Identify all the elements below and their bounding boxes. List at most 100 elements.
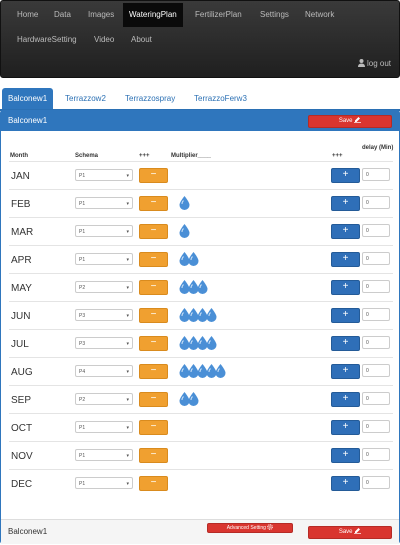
nav-hardware-setting[interactable]: HardwareSetting bbox=[11, 28, 83, 52]
table-row: SEP P2 ▾ − +0 bbox=[9, 385, 393, 414]
advanced-setting-button[interactable]: Advanced Setting bbox=[207, 523, 293, 533]
logout-link[interactable]: log out bbox=[357, 59, 391, 68]
increase-button[interactable]: + bbox=[331, 224, 360, 239]
panel-title: Balconew1 bbox=[8, 116, 48, 125]
delay-input[interactable]: 0 bbox=[362, 308, 390, 321]
schema-select[interactable]: P1 ▾ bbox=[75, 421, 133, 433]
schema-select[interactable]: P1 ▾ bbox=[75, 225, 133, 237]
schema-select[interactable]: P3 ▾ bbox=[75, 337, 133, 349]
delay-input[interactable]: 0 bbox=[362, 420, 390, 433]
decrease-button[interactable]: − bbox=[139, 448, 168, 463]
water-drop-icon bbox=[179, 196, 190, 210]
delay-input[interactable]: 0 bbox=[362, 224, 390, 237]
increase-button[interactable]: + bbox=[331, 196, 360, 211]
delay-input[interactable]: 0 bbox=[362, 476, 390, 489]
increase-button[interactable]: + bbox=[331, 252, 360, 267]
increase-button[interactable]: + bbox=[331, 280, 360, 295]
schema-value: P1 bbox=[79, 481, 86, 487]
tab-terrazzospray[interactable]: Terrazzospray bbox=[119, 88, 181, 109]
header-month: Month bbox=[10, 153, 28, 159]
water-drop-icon bbox=[206, 336, 217, 350]
increase-button[interactable]: + bbox=[331, 476, 360, 491]
decrease-button[interactable]: − bbox=[139, 224, 168, 239]
schema-select[interactable]: P1 ▾ bbox=[75, 449, 133, 461]
schema-select[interactable]: P2 ▾ bbox=[75, 281, 133, 293]
nav-watering-plan[interactable]: WateringPlan bbox=[123, 3, 183, 27]
nav-fertilizer-plan[interactable]: FertilizerPlan bbox=[189, 3, 248, 27]
decrease-button[interactable]: − bbox=[139, 196, 168, 211]
nav-network[interactable]: Network bbox=[299, 3, 340, 27]
nav-images[interactable]: Images bbox=[82, 3, 120, 27]
delay-input[interactable]: 0 bbox=[362, 392, 390, 405]
panel-header: Balconew1 Save bbox=[1, 111, 399, 131]
delay-input[interactable]: 0 bbox=[362, 196, 390, 209]
delay-input[interactable]: 0 bbox=[362, 252, 390, 265]
decrease-button[interactable]: − bbox=[139, 168, 168, 183]
month-label: FEB bbox=[11, 199, 31, 210]
decrease-button[interactable]: − bbox=[139, 308, 168, 323]
tab-balconew1[interactable]: Balconew1 bbox=[2, 88, 54, 109]
increase-button[interactable]: + bbox=[331, 168, 360, 183]
tab-terrazzow2[interactable]: Terrazzow2 bbox=[59, 88, 112, 109]
header-schema: Schema bbox=[75, 153, 99, 159]
schema-select[interactable]: P1 ▾ bbox=[75, 253, 133, 265]
increase-button[interactable]: + bbox=[331, 420, 360, 435]
save-button-top[interactable]: Save bbox=[308, 115, 392, 128]
water-drop-icon bbox=[215, 364, 226, 378]
increase-button[interactable]: + bbox=[331, 308, 360, 323]
watering-plan-panel: Balconew1 Save Month Schema +++ Multipli… bbox=[0, 110, 400, 544]
delay-input[interactable]: 0 bbox=[362, 336, 390, 349]
schema-value: P1 bbox=[79, 425, 86, 431]
table-row: AUG P4 ▾ − +0 bbox=[9, 357, 393, 386]
schema-select[interactable]: P2 ▾ bbox=[75, 393, 133, 405]
increase-button[interactable]: + bbox=[331, 364, 360, 379]
nav-data[interactable]: Data bbox=[48, 3, 77, 27]
edit-icon bbox=[354, 117, 362, 123]
nav-about[interactable]: About bbox=[125, 28, 158, 52]
schema-value: P2 bbox=[79, 397, 86, 403]
save-button-bottom[interactable]: Save bbox=[308, 526, 392, 539]
nav-video[interactable]: Video bbox=[88, 28, 120, 52]
water-drop-icon bbox=[179, 224, 190, 238]
table-row: MAR P1 ▾ − +0 bbox=[9, 217, 393, 246]
decrease-button[interactable]: − bbox=[139, 392, 168, 407]
month-label: AUG bbox=[11, 367, 33, 378]
decrease-button[interactable]: − bbox=[139, 476, 168, 491]
caret-down-icon: ▾ bbox=[126, 425, 129, 431]
main-navbar: Home Data Images WateringPlan Fertilizer… bbox=[0, 0, 400, 78]
nav-settings[interactable]: Settings bbox=[254, 3, 295, 27]
delay-input[interactable]: 0 bbox=[362, 364, 390, 377]
schema-value: P3 bbox=[79, 341, 86, 347]
decrease-button[interactable]: − bbox=[139, 252, 168, 267]
table-row: JUL P3 ▾ − +0 bbox=[9, 329, 393, 358]
caret-down-icon: ▾ bbox=[126, 229, 129, 235]
save-label: Save bbox=[338, 529, 353, 535]
delay-input[interactable]: 0 bbox=[362, 280, 390, 293]
caret-down-icon: ▾ bbox=[126, 173, 129, 179]
caret-down-icon: ▾ bbox=[126, 453, 129, 459]
caret-down-icon: ▾ bbox=[126, 257, 129, 263]
schema-select[interactable]: P1 ▾ bbox=[75, 477, 133, 489]
nav-home[interactable]: Home bbox=[11, 3, 44, 27]
increase-button[interactable]: + bbox=[331, 448, 360, 463]
user-icon bbox=[357, 59, 365, 67]
month-label: APR bbox=[11, 255, 32, 266]
schema-value: P1 bbox=[79, 453, 86, 459]
schema-select[interactable]: P1 ▾ bbox=[75, 197, 133, 209]
schema-value: P4 bbox=[79, 369, 86, 375]
advanced-setting-label: Advanced Setting bbox=[226, 525, 266, 531]
month-label: DEC bbox=[11, 479, 33, 490]
decrease-button[interactable]: − bbox=[139, 336, 168, 351]
schema-select[interactable]: P1 ▾ bbox=[75, 169, 133, 181]
schema-select[interactable]: P3 ▾ bbox=[75, 309, 133, 321]
delay-input[interactable]: 0 bbox=[362, 168, 390, 181]
tab-terrazzoferw3[interactable]: TerrazzoFerw3 bbox=[188, 88, 253, 109]
decrease-button[interactable]: − bbox=[139, 280, 168, 295]
schema-value: P1 bbox=[79, 201, 86, 207]
increase-button[interactable]: + bbox=[331, 392, 360, 407]
schema-select[interactable]: P4 ▾ bbox=[75, 365, 133, 377]
decrease-button[interactable]: − bbox=[139, 364, 168, 379]
increase-button[interactable]: + bbox=[331, 336, 360, 351]
decrease-button[interactable]: − bbox=[139, 420, 168, 435]
delay-input[interactable]: 0 bbox=[362, 448, 390, 461]
